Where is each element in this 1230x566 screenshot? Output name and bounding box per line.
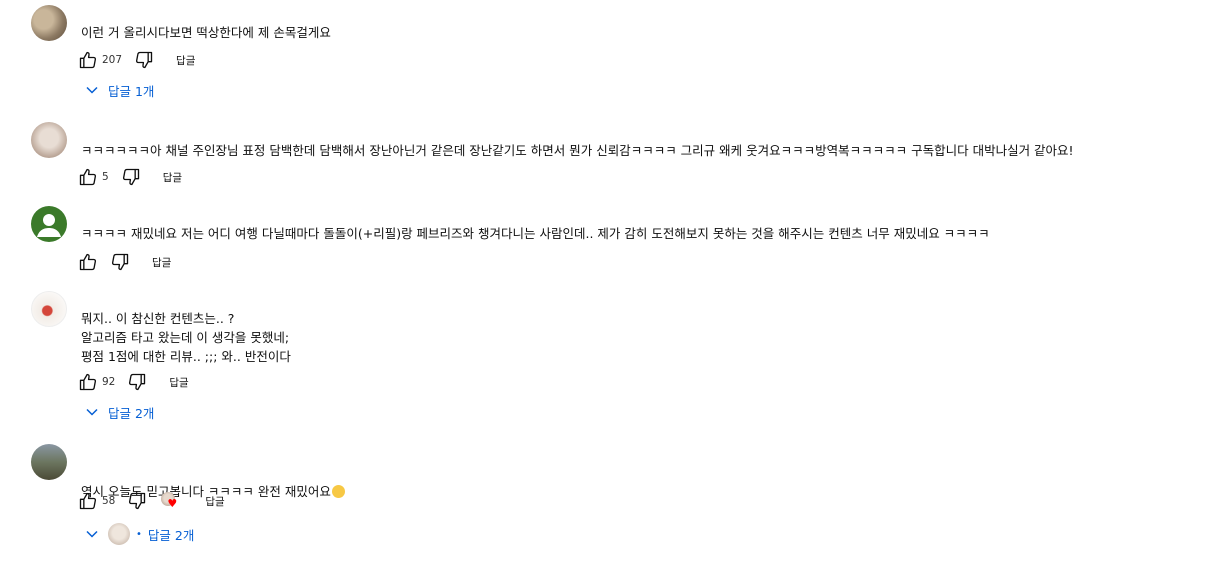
comment-actions: 58 ♥ 답글 xyxy=(78,490,225,512)
thumb-down-icon[interactable] xyxy=(127,372,147,392)
reply-button[interactable]: 답글 xyxy=(152,255,171,270)
thumb-up-icon[interactable] xyxy=(78,50,98,70)
view-replies-button[interactable]: • 답글 2개 xyxy=(84,523,195,545)
reply-button[interactable]: 답글 xyxy=(169,375,188,390)
thumb-down-icon[interactable] xyxy=(121,167,141,187)
avatar[interactable] xyxy=(31,291,67,327)
smiling-face-emoji xyxy=(331,485,345,498)
comment-text: 뭐지.. 이 참신한 컨텐츠는.. ? 알고리즘 타고 왔는데 이 생각을 못했… xyxy=(81,311,291,364)
default-user-icon xyxy=(37,214,61,237)
comment-text: ㅋㅋㅋㅋㅋㅋ아 채널 주인장님 표정 담백한데 담백해서 장난아닌거 같은데 장… xyxy=(81,143,1074,158)
like-count: 5 xyxy=(102,171,109,183)
chevron-down-icon xyxy=(84,82,100,98)
thumb-down-icon[interactable] xyxy=(134,50,154,70)
like-count: 92 xyxy=(102,376,116,388)
like-count: 58 xyxy=(102,495,116,507)
like-count: 207 xyxy=(102,54,123,66)
creator-heart-badge: ♥ xyxy=(161,492,179,510)
avatar[interactable] xyxy=(31,122,67,158)
comment-actions: 92 답글 xyxy=(78,371,189,393)
reply-button[interactable]: 답글 xyxy=(176,53,195,68)
view-replies-button[interactable]: 답글 2개 xyxy=(84,402,154,422)
comment-actions: 207 답글 xyxy=(78,49,195,71)
thumb-up-icon[interactable] xyxy=(78,167,98,187)
thumb-up-icon[interactable] xyxy=(78,372,98,392)
thumb-up-icon[interactable] xyxy=(78,491,98,511)
replies-count-label: 답글 1개 xyxy=(108,83,155,99)
replies-count-label: 답글 2개 xyxy=(108,405,155,421)
avatar[interactable] xyxy=(31,5,67,41)
creator-reply-avatar xyxy=(108,523,130,545)
reply-button[interactable]: 답글 xyxy=(163,170,182,185)
avatar[interactable] xyxy=(31,206,67,242)
comment-actions: 답글 xyxy=(78,251,171,273)
separator-dot: • xyxy=(136,528,142,540)
comment-text: 이런 거 올리시다보면 떡상한다에 제 손목걸게요 xyxy=(81,25,331,40)
heart-icon: ♥ xyxy=(167,497,178,510)
avatar[interactable] xyxy=(31,444,67,480)
comment-text: ㅋㅋㅋㅋ 재밌네요 저는 어디 여행 다닐때마다 돌돌이(+리필)랑 페브리즈와… xyxy=(81,226,990,241)
view-replies-button[interactable]: 답글 1개 xyxy=(84,80,154,100)
reply-button[interactable]: 답글 xyxy=(205,494,224,509)
chevron-down-icon xyxy=(84,526,100,542)
comment-actions: 5 답글 xyxy=(78,166,182,188)
chevron-down-icon xyxy=(84,404,100,420)
thumb-down-icon[interactable] xyxy=(127,491,147,511)
replies-count-label: 답글 2개 xyxy=(147,527,195,543)
thumb-up-icon[interactable] xyxy=(78,252,98,272)
thumb-down-icon[interactable] xyxy=(110,252,130,272)
